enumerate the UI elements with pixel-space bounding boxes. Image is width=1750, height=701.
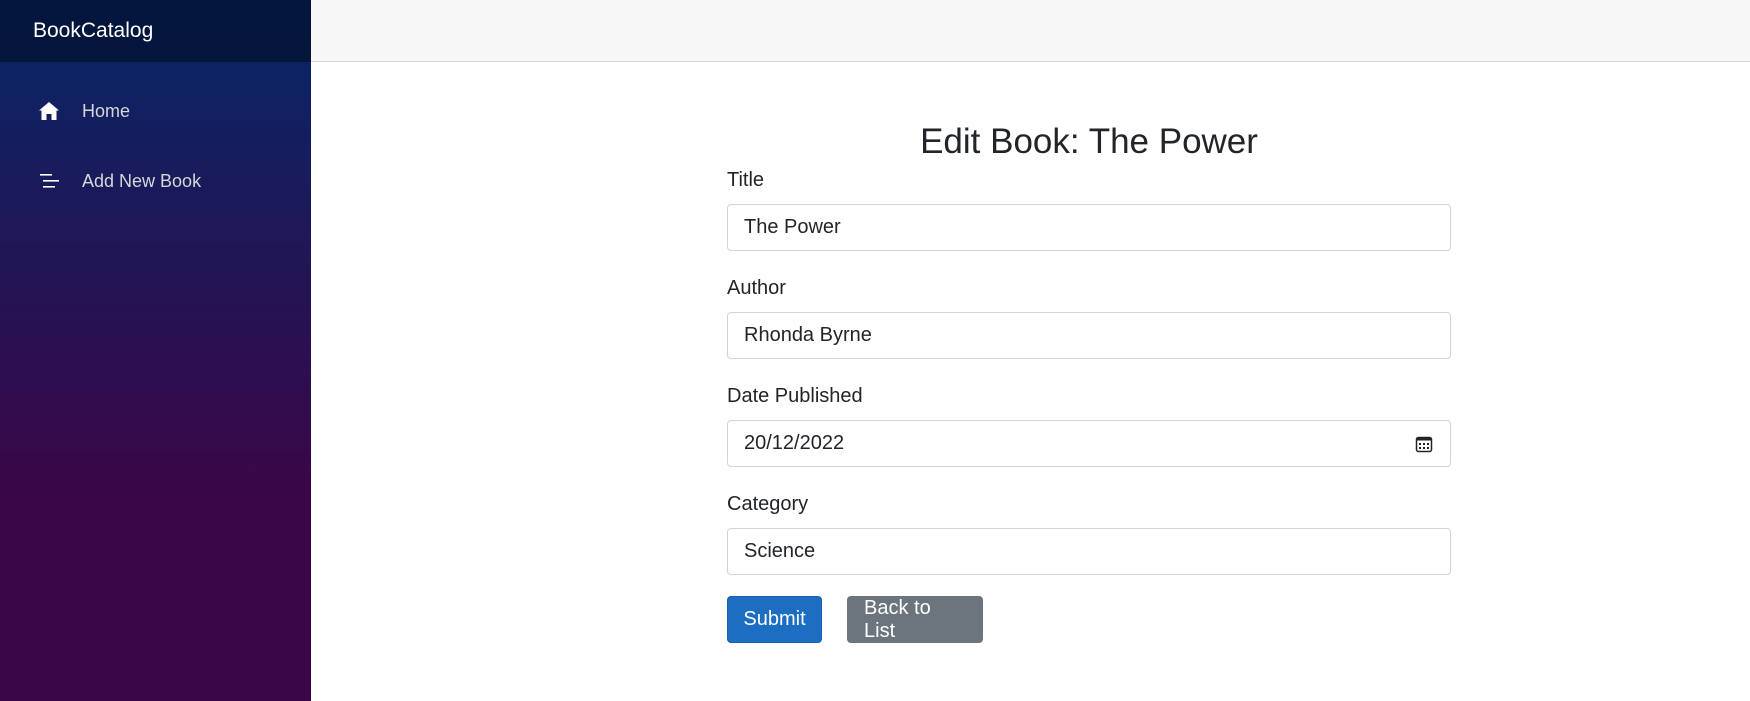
sidebar-item-home[interactable]: Home [16, 86, 295, 136]
brand-bar: BookCatalog [0, 0, 311, 62]
title-label: Title [727, 169, 765, 191]
category-label: Category [727, 493, 809, 515]
page-title: Edit Book: The Power [920, 122, 1258, 161]
main-content: Edit Book: The Power Title The Power Aut… [311, 62, 1750, 701]
author-input-value: Rhonda Byrne [744, 324, 872, 346]
brand-link[interactable]: BookCatalog [33, 19, 153, 43]
sidebar: BookCatalog Home Add New Book [0, 0, 311, 701]
category-field-group: Category Science [727, 492, 1451, 575]
date-published-input-value: 20/12/2022 [744, 432, 845, 454]
form-actions: Submit Back to List [727, 596, 1451, 643]
sidebar-item-add-new-book[interactable]: Add New Book [16, 156, 295, 206]
app: BookCatalog Home Add New Book Edit Book:… [0, 0, 1750, 701]
category-input[interactable]: Science [727, 528, 1451, 575]
date-published-label: Date Published [727, 385, 863, 407]
author-input[interactable]: Rhonda Byrne [727, 312, 1451, 359]
title-input[interactable]: The Power [727, 204, 1451, 251]
calendar-icon[interactable] [1414, 434, 1434, 454]
title-field-group: Title The Power [727, 168, 1451, 251]
top-bar [311, 0, 1750, 62]
date-published-field-group: Date Published 20/12/2022 [727, 384, 1451, 467]
sidebar-item-label: Home [82, 100, 131, 121]
edit-book-form: Edit Book: The Power Title The Power Aut… [727, 122, 1451, 643]
list-icon [38, 170, 60, 192]
home-icon [38, 100, 60, 122]
submit-button[interactable]: Submit [727, 596, 822, 643]
author-field-group: Author Rhonda Byrne [727, 276, 1451, 359]
back-to-list-button[interactable]: Back to List [847, 596, 983, 643]
date-published-input[interactable]: 20/12/2022 [727, 420, 1451, 467]
category-input-value: Science [744, 540, 816, 562]
sidebar-nav: Home Add New Book [0, 62, 311, 206]
title-input-value: The Power [744, 216, 841, 238]
author-label: Author [727, 277, 786, 299]
sidebar-item-label: Add New Book [82, 170, 202, 191]
